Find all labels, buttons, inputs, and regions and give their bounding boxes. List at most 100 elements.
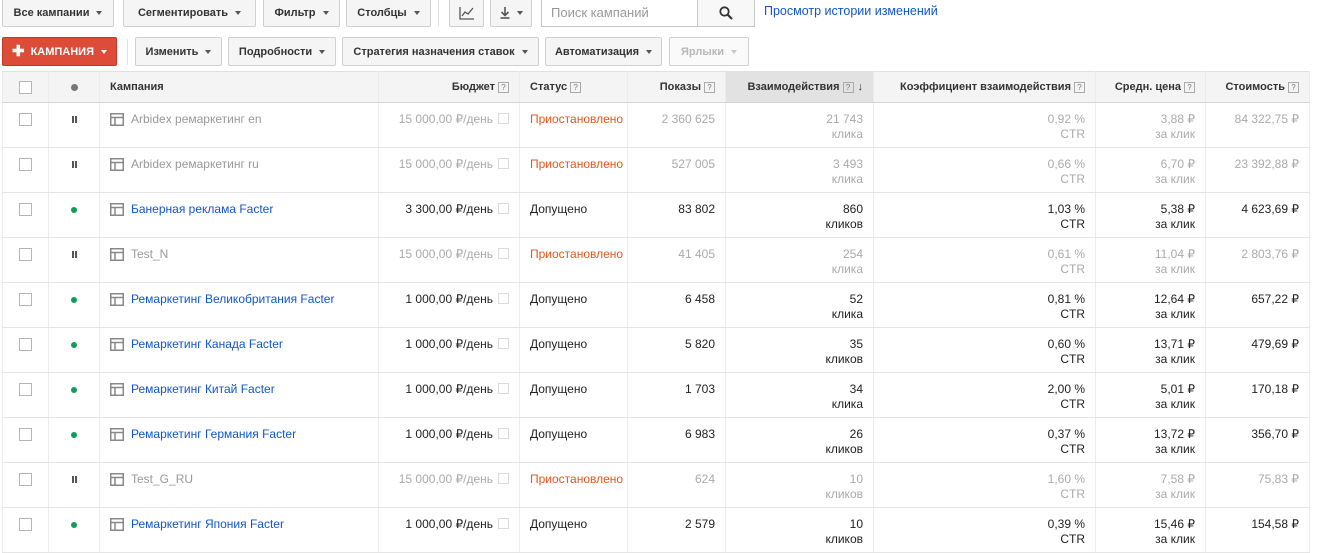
interaction-rate-column-header[interactable]: Коэффициент взаимодействия? [873, 71, 1096, 103]
paused-status-icon[interactable] [71, 476, 77, 484]
interactions-unit: клика [831, 127, 863, 141]
budget-cell: 15 000,00 ₽/день [378, 102, 520, 148]
edit-budget-icon[interactable] [498, 113, 509, 125]
cost-value: 154,58 ₽ [1251, 517, 1299, 531]
row-select-cell [2, 147, 49, 193]
help-icon[interactable]: ? [498, 81, 509, 93]
columns-dropdown[interactable]: Столбцы [346, 0, 431, 27]
help-icon[interactable]: ? [1074, 81, 1085, 93]
paused-status-icon[interactable] [71, 116, 77, 124]
active-status-dot-icon[interactable] [71, 386, 77, 393]
avg-cost-unit: за клик [1155, 352, 1195, 366]
campaign-search-input[interactable] [541, 0, 698, 27]
details-dropdown[interactable]: Подробности [228, 37, 336, 66]
row-select-cell [2, 417, 49, 463]
campaign-name-link[interactable]: Ремаркетинг Китай Facter [131, 382, 275, 396]
edit-budget-icon[interactable] [498, 383, 509, 395]
segment-label: Сегментировать [137, 6, 228, 19]
campaign-name-link[interactable]: Банерная реклама Facter [131, 202, 273, 216]
filter-dropdown[interactable]: Фильтр [263, 0, 340, 27]
change-history-link[interactable]: Просмотр истории изменений [764, 4, 938, 18]
cost-cell: 23 392,88 ₽ [1205, 147, 1310, 193]
edit-budget-icon[interactable] [498, 248, 509, 260]
edit-budget-icon[interactable] [498, 518, 509, 530]
status-column-header[interactable]: Статус? [519, 71, 628, 103]
avg-cost-unit: за клик [1155, 217, 1195, 231]
campaign-name-link[interactable]: Ремаркетинг Германия Facter [131, 427, 296, 441]
budget-cell: 15 000,00 ₽/день [378, 237, 520, 283]
campaign-name-link[interactable]: Arbidex ремаркетинг en [131, 112, 262, 126]
active-status-dot-icon[interactable] [71, 521, 77, 528]
row-status-icon-cell [48, 282, 100, 328]
edit-budget-icon[interactable] [498, 203, 509, 215]
row-checkbox[interactable] [19, 248, 32, 262]
new-campaign-button[interactable]: ✚ КАМПАНИЯ [2, 37, 117, 66]
download-dropdown[interactable] [490, 0, 532, 27]
row-checkbox[interactable] [19, 113, 32, 127]
help-icon[interactable]: ? [570, 81, 582, 93]
budget-cell: 1 000,00 ₽/день [378, 282, 520, 328]
chart-toggle-button[interactable] [449, 0, 484, 27]
row-checkbox[interactable] [19, 338, 32, 352]
campaign-name-link[interactable]: Arbidex ремаркетинг ru [131, 157, 259, 171]
row-checkbox[interactable] [19, 383, 32, 397]
row-status-icon-cell [48, 462, 100, 508]
active-status-dot-icon[interactable] [71, 431, 77, 438]
labels-dropdown[interactable]: Ярлыки [669, 37, 749, 66]
status-cell: Допущено [519, 507, 628, 553]
campaigns-table-body: Arbidex ремаркетинг en 15 000,00 ₽/день … [2, 102, 1310, 553]
cost-column-header[interactable]: Стоимость? [1205, 71, 1310, 103]
bid-strategy-dropdown[interactable]: Стратегия назначения ставок [342, 37, 539, 66]
status-cell: Допущено [519, 282, 628, 328]
row-checkbox[interactable] [19, 293, 32, 307]
budget-column-header[interactable]: Бюджет? [378, 71, 520, 103]
edit-budget-icon[interactable] [498, 473, 509, 485]
interactions-value: 3 493 [832, 157, 863, 171]
edit-budget-icon[interactable] [498, 338, 509, 350]
edit-budget-icon[interactable] [498, 428, 509, 440]
campaign-name-link[interactable]: Ремаркетинг Япония Facter [131, 517, 284, 531]
cost-cell: 154,58 ₽ [1205, 507, 1310, 553]
help-icon[interactable]: ? [1184, 81, 1195, 93]
avg-cost-cell: 11,04 ₽ за клик [1095, 237, 1206, 283]
campaign-column-header[interactable]: Кампания [99, 71, 379, 103]
avg-cost-column-header[interactable]: Средн. цена? [1095, 71, 1206, 103]
help-icon[interactable]: ? [842, 81, 854, 93]
edit-dropdown[interactable]: Изменить [135, 37, 222, 66]
interactions-column-header[interactable]: Взаимодействия? ↓ [725, 71, 874, 103]
cost-value: 356,70 ₽ [1251, 427, 1299, 441]
campaign-name-link[interactable]: Test_N [131, 247, 168, 261]
row-checkbox[interactable] [19, 428, 32, 442]
campaign-name-link[interactable]: Ремаркетинг Великобритания Facter [131, 292, 334, 306]
active-status-dot-icon[interactable] [71, 206, 77, 213]
paused-status-icon[interactable] [71, 161, 77, 169]
paused-status-icon[interactable] [71, 251, 77, 259]
select-all-checkbox[interactable] [19, 80, 32, 94]
impressions-column-header[interactable]: Показы? [627, 71, 726, 103]
active-status-dot-icon[interactable] [71, 296, 77, 303]
interactions-value: 52 [849, 292, 863, 306]
budget-value: 1 000,00 ₽/день [405, 337, 493, 351]
help-icon[interactable]: ? [1288, 81, 1299, 93]
search-button[interactable] [697, 0, 755, 27]
budget-value: 15 000,00 ₽/день [398, 472, 493, 486]
campaign-name-link[interactable]: Test_G_RU [131, 472, 193, 486]
edit-budget-icon[interactable] [498, 293, 509, 305]
campaign-name-link[interactable]: Ремаркетинг Канада Facter [131, 337, 283, 351]
edit-budget-icon[interactable] [498, 158, 509, 170]
row-checkbox[interactable] [19, 158, 32, 172]
row-status-icon-cell [48, 147, 100, 193]
help-icon[interactable]: ? [704, 81, 715, 93]
row-checkbox[interactable] [19, 518, 32, 532]
campaign-cell: Test_G_RU [99, 462, 379, 508]
segment-dropdown[interactable]: Сегментировать [123, 0, 256, 27]
interactions-cell: 26 кликов [725, 417, 874, 463]
row-checkbox[interactable] [19, 203, 32, 217]
row-checkbox[interactable] [19, 473, 32, 487]
interactions-unit: клика [831, 397, 863, 411]
active-status-dot-icon[interactable] [71, 341, 77, 348]
all-campaigns-dropdown[interactable]: Все кампании [2, 0, 114, 27]
new-campaign-label: КАМПАНИЯ [30, 45, 94, 58]
status-icon-header[interactable] [48, 71, 100, 103]
automation-dropdown[interactable]: Автоматизация [545, 37, 662, 66]
